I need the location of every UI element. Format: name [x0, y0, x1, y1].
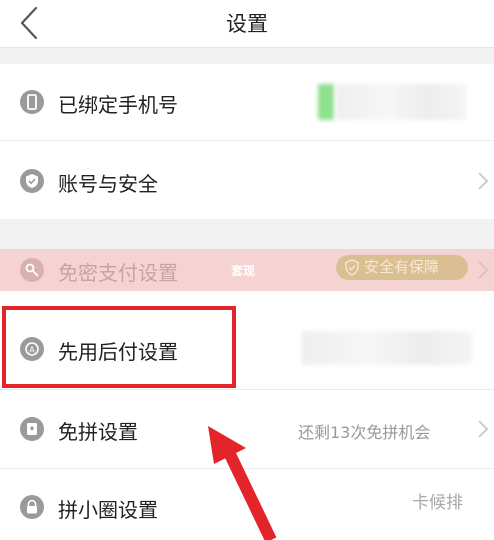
phone-icon [20, 90, 44, 114]
chevron-right-icon [478, 172, 489, 190]
coupon-icon [20, 417, 44, 441]
section-gap [0, 48, 494, 64]
settings-item-password-free-payment[interactable]: 免密支付设置 套现 安全有保障 [0, 249, 494, 291]
pay-later-status-blurred [302, 331, 472, 365]
settings-item-label: 账号与安全 [58, 172, 158, 196]
annotation-highlight-box [2, 306, 236, 388]
free-group-remaining: 还剩13次免拼机会 [298, 423, 431, 442]
chevron-right-icon [478, 420, 489, 438]
settings-item-label: 已绑定手机号 [58, 93, 178, 117]
shield-check-icon [20, 169, 44, 193]
annotation-arrow-icon [208, 426, 277, 540]
phone-number-blurred [336, 84, 466, 120]
section-gap [0, 219, 494, 249]
settings-item-bound-phone[interactable]: 已绑定手机号 [0, 64, 494, 140]
settings-item-label: 免拼设置 [58, 420, 138, 444]
settings-item-account-security[interactable]: 账号与安全 [0, 141, 494, 219]
watermark: 卡候排 [412, 493, 463, 513]
phone-number-blurred [318, 84, 334, 120]
security-badge: 安全有保障 [336, 255, 468, 280]
chevron-right-icon [478, 261, 489, 279]
shield-check-icon [345, 259, 359, 276]
badge-text: 安全有保障 [364, 258, 440, 276]
page-title: 设置 [226, 12, 268, 36]
lock-icon [20, 495, 44, 519]
settings-item-label: 免密支付设置 [58, 261, 178, 285]
overlay-label: 套现 [231, 264, 256, 278]
key-icon [20, 258, 44, 282]
settings-item-label: 拼小圈设置 [58, 498, 158, 522]
top-bar: 设置 [0, 0, 494, 48]
